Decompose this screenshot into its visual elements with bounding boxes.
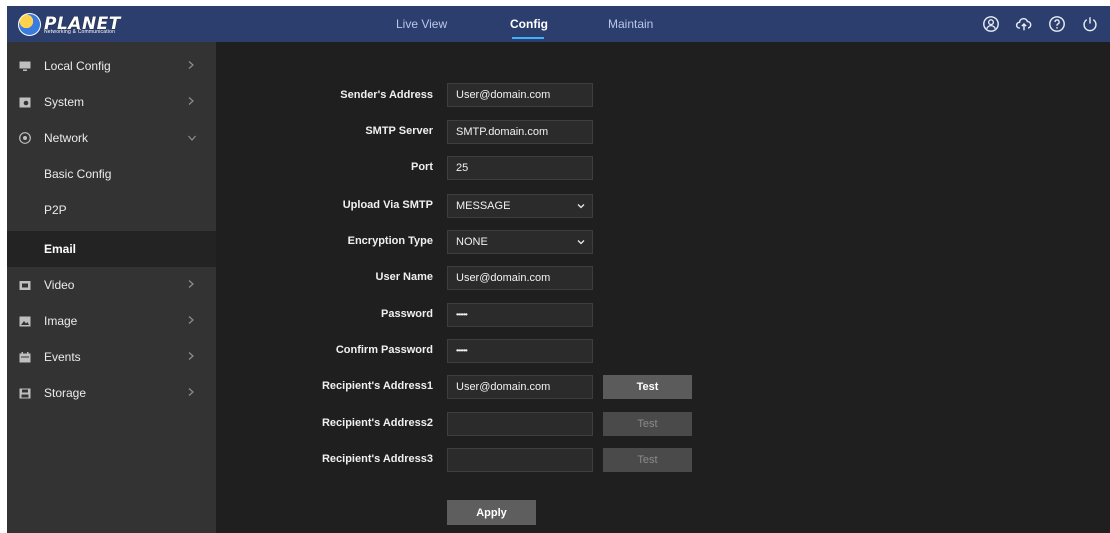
chevron-down-icon (188, 135, 196, 141)
test-recipient1-button[interactable]: Test (603, 375, 692, 399)
system-icon (19, 97, 31, 108)
sidebar-item-basic-config[interactable]: Basic Config (7, 156, 216, 192)
sidebar-item-label: System (44, 95, 85, 109)
smtp-server-label: SMTP Server (365, 125, 433, 137)
apply-button[interactable]: Apply (447, 500, 536, 525)
main-nav: Live View Config Maintain (7, 6, 1110, 42)
sidebar-item-events[interactable]: Events (7, 339, 216, 375)
sidebar-item-image[interactable]: Image (7, 303, 216, 339)
sidebar-item-label: Local Config (44, 59, 111, 73)
user-name-input[interactable]: User@domain.com (447, 266, 593, 290)
chevron-right-icon (188, 316, 194, 324)
port-input[interactable]: 25 (447, 156, 593, 180)
active-tab-underline (512, 37, 544, 39)
sidebar-item-label: Image (44, 314, 78, 328)
cloud-icon[interactable] (1014, 14, 1034, 34)
sidebar-item-label: P2P (44, 203, 67, 217)
port-label: Port (411, 161, 433, 173)
top-bar: PLANET Networking & Communication Live V… (7, 6, 1110, 42)
sender-address-label: Sender's Address (340, 89, 433, 101)
chevron-right-icon (188, 388, 194, 396)
sidebar-item-system[interactable]: System (7, 84, 216, 120)
help-icon[interactable] (1047, 14, 1067, 34)
events-icon (19, 351, 31, 363)
smtp-server-input[interactable]: SMTP.domain.com (447, 120, 593, 144)
test-recipient2-button[interactable]: Test (603, 412, 692, 436)
sidebar: Local Config System Network Basic Config… (7, 42, 216, 533)
confirm-password-input[interactable]: •••••• (447, 339, 593, 363)
sidebar-item-p2p[interactable]: P2P (7, 192, 216, 228)
upload-via-smtp-label: Upload Via SMTP (342, 199, 433, 211)
chevron-down-icon (577, 204, 585, 209)
sidebar-item-label: Email (44, 242, 77, 256)
upload-via-smtp-value: MESSAGE (456, 200, 511, 212)
image-icon (19, 316, 31, 327)
user-icon[interactable] (981, 14, 1001, 34)
tab-config[interactable]: Config (510, 17, 548, 31)
monitor-icon (19, 61, 31, 72)
app-frame: PLANET Networking & Communication Live V… (7, 6, 1110, 533)
sidebar-item-label: Basic Config (44, 167, 112, 181)
power-icon[interactable] (1080, 14, 1100, 34)
chevron-right-icon (188, 97, 194, 105)
upload-via-smtp-select[interactable]: MESSAGE (447, 194, 593, 218)
recipient-address3-label: Recipient's Address3 (321, 453, 433, 465)
encryption-type-value: NONE (456, 236, 488, 248)
chevron-right-icon (188, 61, 194, 69)
sidebar-item-label: Video (44, 278, 75, 292)
sidebar-item-label: Events (44, 350, 81, 364)
confirm-password-label: Confirm Password (335, 344, 433, 356)
encryption-type-label: Encryption Type (347, 235, 433, 247)
user-name-label: User Name (375, 271, 433, 283)
tab-live-view[interactable]: Live View (396, 17, 447, 31)
test-recipient3-button[interactable]: Test (603, 448, 692, 472)
recipient-address3-input[interactable] (447, 448, 593, 472)
sidebar-item-video[interactable]: Video (7, 267, 216, 303)
recipient-address1-label: Recipient's Address1 (321, 380, 433, 392)
encryption-type-select[interactable]: NONE (447, 230, 593, 254)
storage-icon (19, 388, 31, 399)
video-icon (19, 280, 31, 291)
chevron-right-icon (188, 352, 194, 360)
sidebar-item-local-config[interactable]: Local Config (7, 48, 216, 84)
password-label: Password (381, 308, 433, 320)
tab-maintain[interactable]: Maintain (608, 17, 653, 31)
sidebar-item-label: Storage (44, 386, 87, 400)
sidebar-item-label: Network (44, 131, 89, 145)
sidebar-item-storage[interactable]: Storage (7, 375, 216, 411)
password-input[interactable]: •••••• (447, 303, 593, 327)
sender-address-input[interactable]: User@domain.com (447, 83, 593, 107)
recipient-address1-input[interactable]: User@domain.com (447, 375, 593, 399)
top-icons (968, 14, 1100, 34)
recipient-address2-label: Recipient's Address2 (321, 417, 433, 429)
network-icon (19, 132, 31, 144)
sidebar-item-network[interactable]: Network (7, 120, 216, 156)
chevron-right-icon (188, 280, 194, 288)
sidebar-item-email[interactable]: Email (7, 231, 216, 267)
recipient-address2-input[interactable] (447, 412, 593, 436)
chevron-down-icon (577, 240, 585, 245)
